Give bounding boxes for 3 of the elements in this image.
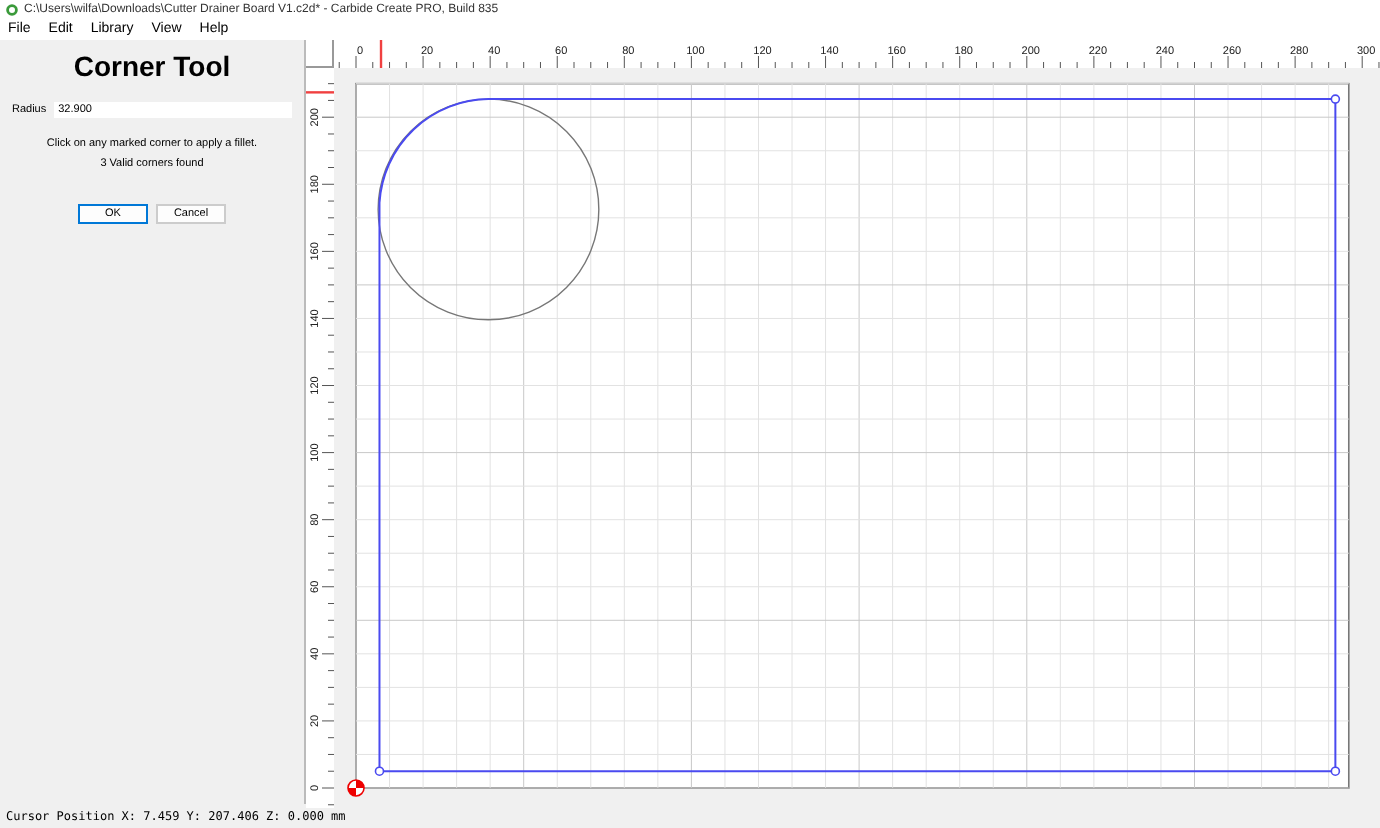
panel-title: Corner Tool bbox=[73, 50, 231, 82]
origin-marker-icon bbox=[347, 779, 365, 797]
app-logo-icon bbox=[6, 3, 18, 15]
